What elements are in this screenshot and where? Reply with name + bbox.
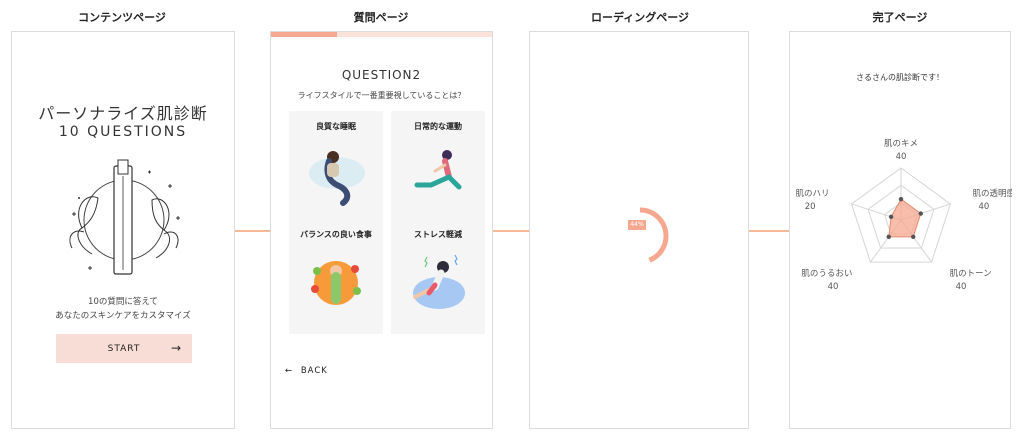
screen-title-question: 質問ページ [353,11,409,24]
radar-axis-label: 肌のトーン [950,269,992,279]
question-text: ライフスタイルで一番重要視していることは？ [297,91,466,100]
radar-point [918,211,923,216]
radar-point [886,234,891,240]
exercising-woman-illustration [414,150,462,190]
content-page-panel: パーソナライズ肌診断 10 QUESTIONS 10の質問に答えて あなたのスキ… [11,31,235,429]
radar-point [898,197,904,202]
option-card[interactable]: ストレス軽減 [391,219,485,334]
option-label: 日常的な運動 [414,122,462,131]
radar-data-area [888,198,922,238]
arrow-right-icon: → [170,341,182,355]
radar-axis-label: 肌のうるおい [801,269,852,279]
option-card[interactable]: 良質な睡眠 [289,111,383,226]
page-subtitle: 10 QUESTIONS [58,124,188,140]
radar-axis-value: 20 [805,202,816,212]
option-card[interactable]: 日常的な運動 [391,111,485,226]
question-page-panel: QUESTION2 ライフスタイルで一番重要視していることは？ 良質な睡眠 日常… [270,31,493,429]
back-button[interactable]: ← BACK [285,366,328,376]
skincare-bottle-illustration [69,159,180,275]
progress-bar [271,32,492,37]
complete-page-panel: さるさんの肌診断です！ 肌のキメ 40 肌の透明感 40 肌のトーン 40 肌のうるおい 40… [789,31,1012,429]
radar-axis-value: 40 [828,282,839,292]
screen-title-complete: 完了ページ [872,11,928,24]
sleeping-woman-illustration [309,151,365,206]
start-button[interactable]: START → [56,334,192,363]
screen-title-loading: ローディングページ [590,11,689,24]
radar-point [911,234,916,240]
back-button-label: BACK [300,366,328,376]
start-button-label: START [107,343,141,354]
loading-percent: 44% [628,220,646,230]
option-label: 良質な睡眠 [316,122,356,131]
description-line: あなたのスキンケアをカスタマイズ [55,311,191,321]
progress-bar-fill [271,32,338,37]
option-card[interactable]: バランスの良い食事 [289,219,383,334]
healthy-food-illustration [311,261,361,305]
result-title: さるさんの肌診断です！ [856,73,944,82]
page-title: パーソナライズ肌診断 [38,104,208,123]
radar-point [888,214,894,219]
loading-page-panel: 44% [529,31,749,429]
option-label: バランスの良い食事 [300,230,372,239]
relaxing-woman-illustration [413,254,465,309]
radar-axis-value: 40 [978,202,989,212]
option-label: ストレス軽減 [414,230,462,239]
screen-title-content: コンテンツページ [78,11,166,24]
description-line: 10の質問に答えて [88,297,158,307]
radar-axis-value: 40 [956,282,967,292]
arrow-left-icon: ← [285,366,294,376]
radar-axis-label: 肌のハリ [796,189,830,199]
radar-axis-label: 肌の透明感 [972,188,1012,199]
loading-spinner [611,207,669,265]
radar-chart: 肌のキメ 40 肌の透明感 40 肌のトーン 40 肌のうるおい 40 肌のハリ 20 [796,139,1012,292]
radar-axis-value: 40 [896,152,907,162]
page-description: 10の質問に答えて あなたのスキンケアをカスタマイズ [12,295,234,323]
radar-axis-label: 肌のキメ [884,139,918,149]
question-number: QUESTION2 [341,68,422,82]
